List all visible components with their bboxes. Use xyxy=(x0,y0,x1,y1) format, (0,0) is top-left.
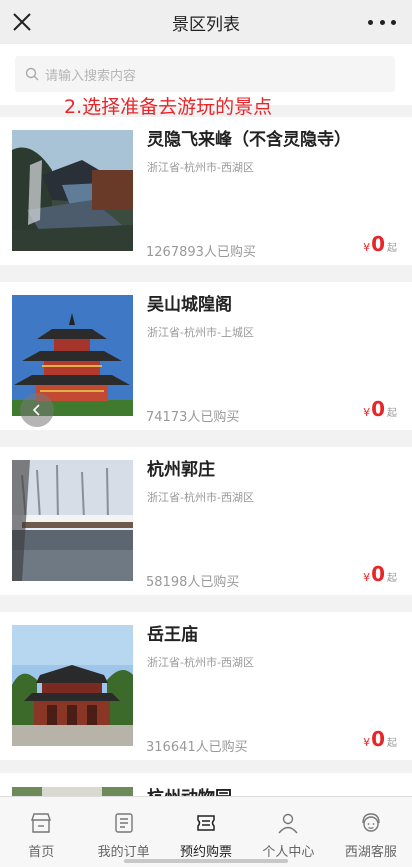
tab-label: 个人中心 xyxy=(262,845,315,860)
spot-price: ¥ 0 起 xyxy=(363,232,397,256)
price-suffix: 起 xyxy=(387,573,397,584)
spot-card[interactable]: 灵隐飞来峰（不含灵隐寺） 浙江省-杭州市-西湖区 1267893人已购买 ¥ 0… xyxy=(0,117,412,265)
tab-customer-service[interactable]: 西湖客服 xyxy=(330,797,412,867)
price-suffix: 起 xyxy=(387,243,397,254)
tab-label: 西湖客服 xyxy=(344,845,397,860)
spot-sold-count: 74173人已购买 xyxy=(146,410,240,425)
navbar: 景区列表 xyxy=(0,0,412,44)
tab-label: 我的订单 xyxy=(97,845,150,860)
store-icon xyxy=(31,813,52,833)
price-value: 0 xyxy=(371,232,385,256)
spot-region: 浙江省-杭州市-上城区 xyxy=(147,326,254,339)
spot-region: 浙江省-杭州市-西湖区 xyxy=(147,161,254,174)
price-currency: ¥ xyxy=(363,736,371,749)
tab-home[interactable]: 首页 xyxy=(0,797,82,867)
price-value: 0 xyxy=(371,562,385,586)
search-icon xyxy=(25,67,39,81)
spot-region: 浙江省-杭州市-西湖区 xyxy=(147,491,254,504)
price-currency: ¥ xyxy=(363,406,371,419)
spot-thumbnail xyxy=(12,625,133,746)
price-value: 0 xyxy=(371,397,385,421)
close-icon[interactable] xyxy=(8,8,36,36)
more-icon[interactable] xyxy=(368,10,396,34)
customer-service-icon xyxy=(362,813,380,832)
tab-bar: 首页 我的订单 预约购票 个人中心 西湖客服 xyxy=(0,796,412,867)
spot-title: 吴山城隍阁 xyxy=(147,295,232,315)
spot-price: ¥ 0 起 xyxy=(363,562,397,586)
spot-sold-count: 316641人已购买 xyxy=(146,740,248,755)
search-input[interactable]: 请输入搜索内容 xyxy=(15,56,395,92)
search-placeholder: 请输入搜索内容 xyxy=(45,68,137,84)
spot-list: 灵隐飞来峰（不含灵隐寺） 浙江省-杭州市-西湖区 1267893人已购买 ¥ 0… xyxy=(0,117,412,777)
tab-booking[interactable]: 预约购票 xyxy=(165,797,247,867)
price-value: 0 xyxy=(371,727,385,751)
tab-label: 首页 xyxy=(28,845,55,860)
back-button[interactable] xyxy=(20,393,54,427)
price-suffix: 起 xyxy=(387,408,397,419)
spot-card[interactable]: 岳王庙 浙江省-杭州市-西湖区 316641人已购买 ¥ 0 起 xyxy=(0,612,412,760)
spot-sold-count: 58198人已购买 xyxy=(146,575,240,590)
page-title: 景区列表 xyxy=(172,14,240,35)
spot-card[interactable]: 杭州郭庄 浙江省-杭州市-西湖区 58198人已购买 ¥ 0 起 xyxy=(0,447,412,595)
order-list-icon xyxy=(114,813,133,833)
spot-card[interactable]: 吴山城隍阁 浙江省-杭州市-上城区 74173人已购买 ¥ 0 起 xyxy=(0,282,412,430)
spot-thumbnail xyxy=(12,460,133,581)
spot-price: ¥ 0 起 xyxy=(363,397,397,421)
spot-title: 灵隐飞来峰（不含灵隐寺） xyxy=(147,130,351,150)
chevron-left-icon xyxy=(32,404,40,416)
person-icon xyxy=(278,813,298,834)
spot-title: 杭州郭庄 xyxy=(147,460,215,480)
spot-price: ¥ 0 起 xyxy=(363,727,397,751)
home-indicator xyxy=(124,859,288,863)
spot-thumbnail xyxy=(12,130,133,251)
tab-orders[interactable]: 我的订单 xyxy=(82,797,164,867)
price-suffix: 起 xyxy=(387,738,397,749)
instruction-annotation: 2.选择准备去游玩的景点 xyxy=(64,96,273,118)
tab-profile[interactable]: 个人中心 xyxy=(247,797,329,867)
price-currency: ¥ xyxy=(363,241,371,254)
ticket-icon xyxy=(197,815,215,831)
spot-region: 浙江省-杭州市-西湖区 xyxy=(147,656,254,669)
tab-label: 预约购票 xyxy=(180,845,233,860)
spot-sold-count: 1267893人已购买 xyxy=(146,245,256,260)
price-currency: ¥ xyxy=(363,571,371,584)
spot-title: 岳王庙 xyxy=(147,625,198,645)
